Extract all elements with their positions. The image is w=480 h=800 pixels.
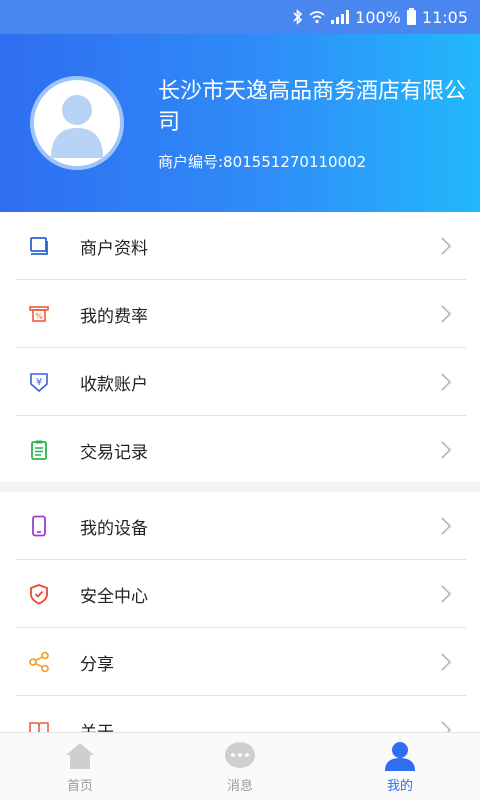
avatar[interactable] <box>30 76 124 170</box>
records-icon <box>28 439 50 461</box>
chevron-right-icon <box>441 585 452 603</box>
home-icon <box>66 743 94 769</box>
menu-item-my-rate[interactable]: % 我的费率 <box>0 280 480 348</box>
menu-item-label: 商户资料 <box>80 238 148 259</box>
menu-item-about[interactable]: 关于 <box>0 696 480 732</box>
chevron-right-icon <box>441 517 452 535</box>
status-bar: 100% 11:05 <box>0 0 480 34</box>
menu-item-merchant-info[interactable]: 商户资料 <box>0 212 480 280</box>
merchant-info-icon <box>28 235 50 257</box>
book-icon <box>28 719 50 732</box>
battery-percent: 100% <box>355 7 401 27</box>
avatar-person-icon <box>51 95 103 158</box>
menu-group-settings: 我的设备 安全中心 分享 关于 <box>0 492 480 732</box>
svg-text:¥: ¥ <box>36 377 42 388</box>
tab-messages[interactable]: 消息 <box>160 733 320 800</box>
message-icon <box>225 742 255 768</box>
menu-item-security-center[interactable]: 安全中心 <box>0 560 480 628</box>
rate-icon: % <box>28 303 50 325</box>
share-icon <box>28 651 50 673</box>
chevron-right-icon <box>441 237 452 255</box>
svg-text:%: % <box>35 312 43 321</box>
menu-item-label: 关于 <box>80 718 114 733</box>
menu-item-label: 分享 <box>80 654 114 675</box>
account-icon: ¥ <box>28 371 50 393</box>
profile-header: 长沙市天逸高品商务酒店有限公司 商户编号:801551270110002 <box>0 34 480 212</box>
device-icon <box>28 515 50 537</box>
bluetooth-icon <box>293 9 303 25</box>
merchant-name: 长沙市天逸高品商务酒店有限公司 <box>158 79 467 135</box>
menu-item-label: 交易记录 <box>80 442 148 463</box>
bottom-tab-bar: 首页 消息 我的 <box>0 732 480 800</box>
menu-item-label: 安全中心 <box>80 586 148 607</box>
status-time: 11:05 <box>421 7 468 27</box>
menu-item-transaction-records[interactable]: 交易记录 <box>0 416 480 484</box>
menu-item-share[interactable]: 分享 <box>0 628 480 696</box>
menu-item-label: 我的设备 <box>80 518 148 539</box>
tab-home[interactable]: 首页 <box>0 733 160 800</box>
tab-label: 首页 <box>66 779 93 794</box>
merchant-number: 商户编号:801551270110002 <box>158 153 367 171</box>
menu-group-account: 商户资料 % 我的费率 ¥ 收款账户 交易记录 <box>0 212 480 482</box>
menu-item-label: 收款账户 <box>80 374 148 395</box>
tab-label: 消息 <box>226 779 253 794</box>
tab-label: 我的 <box>386 779 413 794</box>
tab-mine[interactable]: 我的 <box>320 733 480 800</box>
signal-icon <box>331 10 350 24</box>
chevron-right-icon <box>441 373 452 391</box>
wifi-icon <box>309 10 325 24</box>
chevron-right-icon <box>441 653 452 671</box>
battery-icon <box>406 7 416 25</box>
menu-item-label: 我的费率 <box>80 306 148 327</box>
shield-icon <box>28 583 50 605</box>
menu-item-my-device[interactable]: 我的设备 <box>0 492 480 560</box>
menu-item-receiving-account[interactable]: ¥ 收款账户 <box>0 348 480 416</box>
chevron-right-icon <box>441 441 452 459</box>
user-icon <box>385 742 415 771</box>
chevron-right-icon <box>441 305 452 323</box>
chevron-right-icon <box>441 721 452 732</box>
